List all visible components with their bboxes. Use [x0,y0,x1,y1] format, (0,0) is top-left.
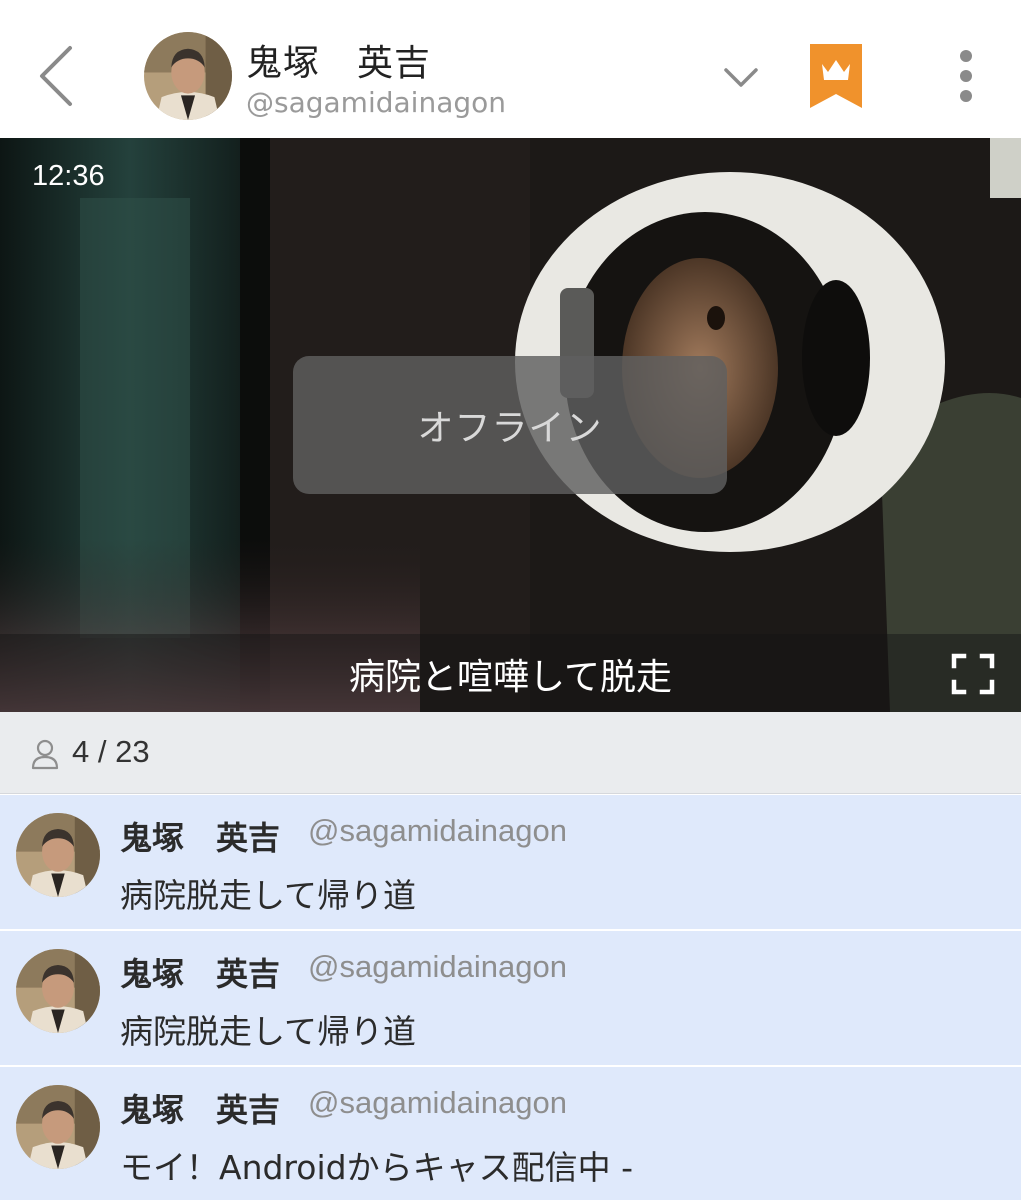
comment-text: 病院脱走して帰り道 [120,876,417,915]
comment-list: 鬼塚 英吉 @sagamidainagon 病院脱走して帰り道 鬼塚 英吉 @s… [0,795,1021,1200]
chevron-down-icon [724,68,758,87]
comment-item[interactable]: 鬼塚 英吉 @sagamidainagon 病院脱走して帰り道 [0,931,1021,1065]
viewer-count: 4 / 23 [72,734,150,769]
broadcaster-name[interactable]: 鬼塚 英吉 [246,34,431,86]
avatar-image [144,32,232,120]
avatar-image [16,813,100,897]
fullscreen-button[interactable] [950,652,996,696]
more-vertical-icon [960,50,972,102]
broadcaster-handle[interactable]: @sagamidainagon [246,86,506,119]
commenter-handle[interactable]: @sagamidainagon [308,813,567,849]
viewer-count-bar: 4 / 23 [0,712,1021,794]
commenter-avatar[interactable] [16,1085,100,1169]
stream-caption: 病院と喧嘩して脱走 [349,657,672,698]
stream-time: 12:36 [32,160,105,192]
crown-bookmark-icon [810,44,862,108]
commenter-name[interactable]: 鬼塚 英吉 [120,813,280,859]
stream-caption-bar: 病院と喧嘩して脱走 [0,634,1021,712]
commenter-avatar[interactable] [16,949,100,1033]
broadcaster-avatar[interactable] [144,32,232,120]
chevron-left-icon [40,46,72,106]
commenter-name[interactable]: 鬼塚 英吉 [120,1085,280,1131]
comment-item[interactable]: 鬼塚 英吉 @sagamidainagon 病院脱走して帰り道 [0,795,1021,929]
back-button[interactable] [28,40,84,110]
commenter-handle[interactable]: @sagamidainagon [308,1085,567,1121]
offline-status-text: オフライン [417,408,603,449]
avatar-image [16,949,100,1033]
commenter-name[interactable]: 鬼塚 英吉 [120,949,280,995]
more-options-button[interactable] [950,46,982,108]
comment-text: 病院脱走して帰り道 [120,1012,417,1051]
video-player[interactable]: 12:36 オフライン 病院と喧嘩して脱走 [0,138,1021,712]
offline-overlay: オフライン [293,356,727,494]
comment-text: モイ！Androidからキャス配信中 - [120,1148,633,1187]
person-icon [31,739,59,770]
comment-item[interactable]: 鬼塚 英吉 @sagamidainagon モイ！Androidからキャス配信中… [0,1067,1021,1200]
fullscreen-icon [951,653,995,695]
commenter-avatar[interactable] [16,813,100,897]
header-bar: 鬼塚 英吉 @sagamidainagon [0,0,1021,138]
avatar-image [16,1085,100,1169]
crown-bookmark-button[interactable] [810,44,862,108]
expand-button[interactable] [718,58,764,98]
commenter-handle[interactable]: @sagamidainagon [308,949,567,985]
